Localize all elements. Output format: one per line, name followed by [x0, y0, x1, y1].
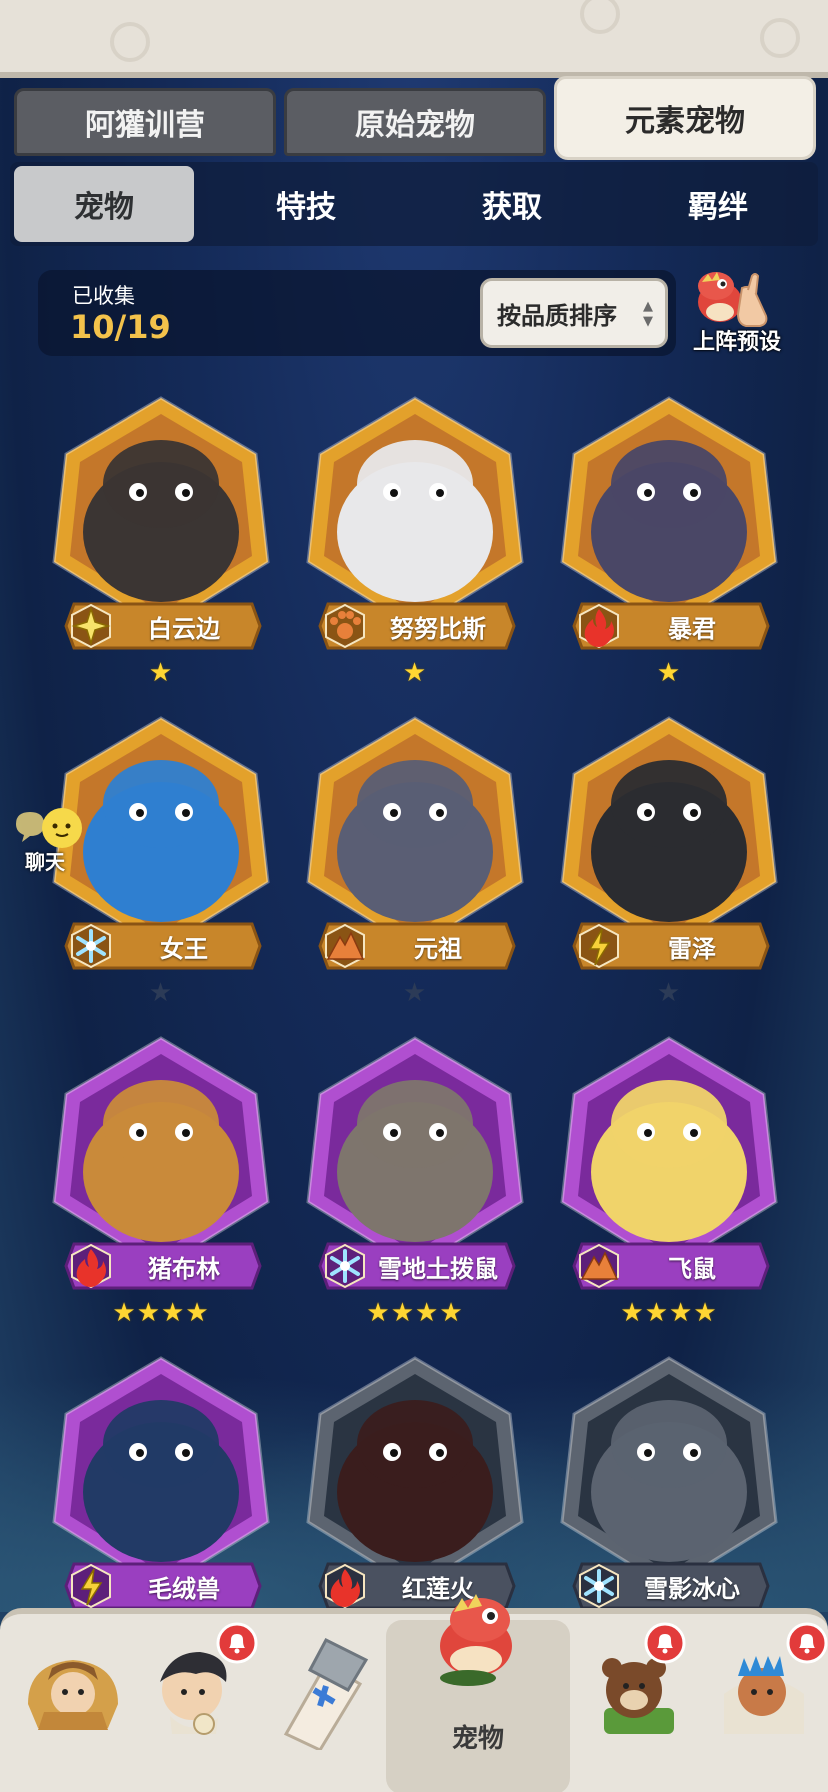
star-filled-icon: ★ — [161, 1298, 186, 1328]
pet-card[interactable]: 元祖 ★ — [300, 712, 530, 1012]
subtab-obtain[interactable]: 获取 — [422, 166, 602, 242]
pet-portrait — [306, 1356, 524, 1590]
nav-bear[interactable] — [578, 1622, 698, 1774]
pet-card[interactable]: 毛绒兽 — [46, 1352, 276, 1652]
pet-name: 元祖 — [414, 934, 462, 963]
star-filled-icon: ★ — [136, 1298, 161, 1328]
pet-portrait — [560, 396, 778, 630]
tab-element-pets[interactable]: 元素宠物 — [554, 76, 816, 160]
collected-label: 已收集 — [72, 284, 135, 308]
pet-name: 暴君 — [668, 614, 716, 643]
pet-card[interactable]: 雪地土拨鼠 ★★★★ — [300, 1032, 530, 1332]
star-filled-icon: ★ — [693, 1298, 718, 1328]
pet-card[interactable]: 雷泽 ★ — [554, 712, 784, 1012]
star-filled-icon: ★ — [148, 658, 174, 688]
collection-bar: 已收集 10/19 按品质排序 ▲ ▼ — [38, 270, 676, 356]
pet-name: 白云边 — [148, 614, 220, 643]
pet-stars: ★★★★ — [554, 1298, 784, 1328]
pet-portrait — [560, 1356, 778, 1590]
star-filled-icon: ★ — [415, 1298, 440, 1328]
star-filled-icon: ★ — [112, 1298, 137, 1328]
nav-caveman[interactable] — [14, 1624, 134, 1774]
pet-name: 毛绒兽 — [148, 1574, 220, 1603]
tab-primal-pets[interactable]: 原始宠物 — [284, 88, 546, 156]
top-stone-bar — [0, 0, 828, 78]
pet-stars: ★ — [554, 978, 784, 1008]
nav-chief[interactable] — [706, 1622, 828, 1774]
pet-card[interactable]: 猪布林 ★★★★ — [46, 1032, 276, 1332]
notification-bell-icon — [644, 1622, 686, 1664]
star-empty-icon: ★ — [656, 978, 682, 1008]
pet-name: 雪影冰心 — [644, 1574, 740, 1603]
star-filled-icon: ★ — [439, 1298, 464, 1328]
lineup-preset-label: 上阵预设 — [692, 330, 781, 355]
pet-name: 雪地土拨鼠 — [378, 1254, 498, 1283]
sort-by-quality-button[interactable]: 按品质排序 ▲ ▼ — [480, 278, 668, 348]
star-filled-icon: ★ — [390, 1298, 415, 1328]
nav-pets[interactable]: 宠物 — [418, 1594, 538, 1774]
subtab-bonds[interactable]: 羁绊 — [628, 166, 808, 242]
pet-stars: ★★★★ — [46, 1298, 276, 1328]
tab-training-camp[interactable]: 阿獾训营 — [14, 88, 276, 156]
triangle-up-icon: ▲ — [643, 299, 653, 314]
pet-portrait — [306, 1036, 524, 1270]
pet-portrait — [306, 396, 524, 630]
pet-card[interactable]: 努努比斯 ★ — [300, 392, 530, 692]
notification-bell-icon — [786, 1622, 828, 1664]
nav-weapon[interactable] — [258, 1624, 378, 1774]
star-filled-icon: ★ — [185, 1298, 210, 1328]
star-filled-icon: ★ — [620, 1298, 645, 1328]
pet-name: 飞鼠 — [668, 1254, 716, 1283]
pet-portrait — [560, 1036, 778, 1270]
star-filled-icon: ★ — [669, 1298, 694, 1328]
star-filled-icon: ★ — [656, 658, 682, 688]
bottom-navigation: 宠物 — [0, 1594, 828, 1792]
caveman-icon — [28, 1660, 118, 1730]
collected-value: 10/19 — [70, 308, 171, 346]
chat-label: 聊天 — [25, 850, 65, 874]
notification-bell-icon — [216, 1622, 258, 1664]
pet-stars: ★★★★ — [300, 1298, 530, 1328]
pet-portrait — [52, 1036, 270, 1270]
pet-name: 女王 — [160, 934, 208, 963]
lineup-preset-button[interactable]: 上阵预设 — [682, 268, 792, 358]
spiral-decoration-icon — [580, 0, 620, 34]
pet-dino-icon — [440, 1594, 512, 1686]
star-filled-icon: ★ — [366, 1298, 391, 1328]
main-tabs: 阿獾训营 原始宠物 元素宠物 — [10, 76, 818, 160]
pet-stars: ★ — [300, 978, 530, 1008]
pet-portrait — [560, 716, 778, 950]
pet-stars: ★ — [46, 658, 276, 688]
sub-tabs: 宠物 特技 获取 羁绊 — [10, 162, 818, 246]
pet-stars: ★ — [554, 658, 784, 688]
pet-card[interactable]: 暴君 ★ — [554, 392, 784, 692]
sort-button-label: 按品质排序 — [497, 301, 617, 330]
pet-card[interactable]: 雪影冰心 — [554, 1352, 784, 1652]
spiral-decoration-icon — [760, 18, 800, 58]
weapon-icon — [283, 1638, 369, 1750]
pet-card[interactable]: 白云边 ★ — [46, 392, 276, 692]
star-empty-icon: ★ — [402, 978, 428, 1008]
subtab-pets[interactable]: 宠物 — [14, 166, 194, 242]
chat-button[interactable]: 聊天 — [10, 806, 96, 886]
triangle-down-icon: ▼ — [643, 314, 653, 329]
pet-stars: ★ — [46, 978, 276, 1008]
nav-pets-label: 宠物 — [451, 1724, 504, 1754]
star-filled-icon: ★ — [402, 658, 428, 688]
pet-stars: ★ — [300, 658, 530, 688]
pet-card[interactable]: 飞鼠 ★★★★ — [554, 1032, 784, 1332]
pet-name: 努努比斯 — [390, 614, 486, 643]
dino-finger-icon — [698, 272, 768, 327]
spiral-decoration-icon — [110, 22, 150, 62]
pet-portrait — [306, 716, 524, 950]
star-filled-icon: ★ — [644, 1298, 669, 1328]
nav-hero[interactable] — [134, 1622, 258, 1774]
pet-name: 猪布林 — [148, 1254, 220, 1283]
pet-portrait — [52, 396, 270, 630]
pet-portrait — [52, 1356, 270, 1590]
sort-arrows: ▲ ▼ — [643, 299, 653, 329]
star-empty-icon: ★ — [148, 978, 174, 1008]
subtab-skills[interactable]: 特技 — [216, 166, 396, 242]
pet-name: 雷泽 — [668, 934, 716, 963]
